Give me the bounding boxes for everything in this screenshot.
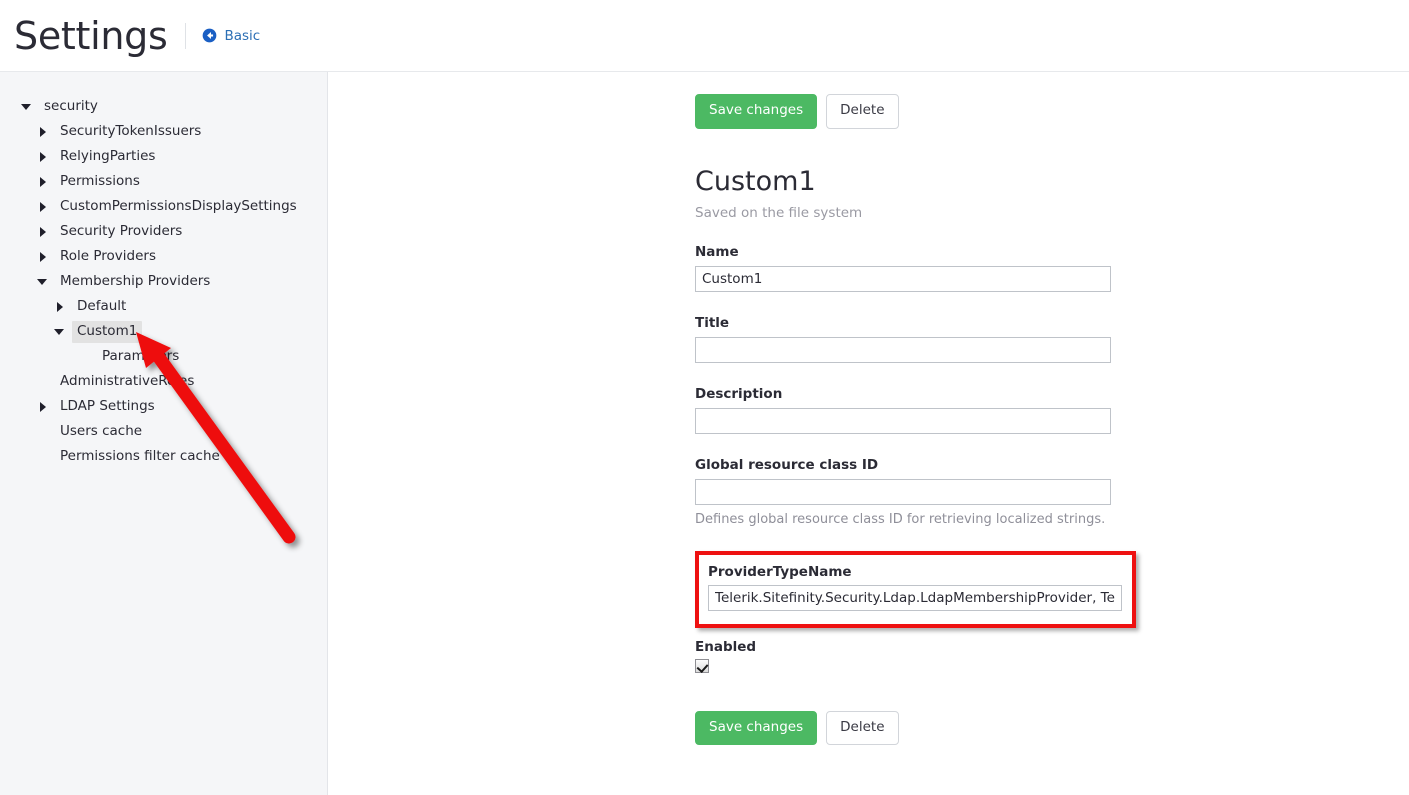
caret-right-icon[interactable] <box>38 226 48 237</box>
title-input[interactable] <box>695 336 1111 363</box>
field-group-global-resource-class-id: Global resource class ID Defines global … <box>695 457 1409 527</box>
sidebar-item-label: Parameters <box>102 347 180 364</box>
sidebar-item-label: Default <box>77 297 127 314</box>
delete-button-top[interactable]: Delete <box>826 94 899 129</box>
global-resource-class-id-input[interactable] <box>695 478 1111 505</box>
sidebar-item-ldap-settings[interactable]: LDAP Settings <box>0 394 327 419</box>
sidebar-item-label: CustomPermissionsDisplaySettings <box>60 197 297 214</box>
sidebar-item-label: security <box>44 97 98 114</box>
caret-right-icon[interactable] <box>38 176 48 187</box>
sidebar-item-security[interactable]: security <box>0 94 327 119</box>
sidebar-item-permissions-filter-cache[interactable]: Permissions filter cache <box>0 444 327 469</box>
sidebar-item-role-providers[interactable]: Role Providers <box>0 244 327 269</box>
toolbar-top: Save changes Delete <box>695 94 1409 129</box>
page-title: Settings <box>14 13 168 58</box>
sidebar-item-label: Users cache <box>60 422 143 439</box>
sidebar-item-users-cache[interactable]: Users cache <box>0 419 327 444</box>
sidebar-item-label: RelyingParties <box>60 147 156 164</box>
caret-right-icon[interactable] <box>38 201 48 212</box>
caret-down-icon[interactable] <box>21 102 32 112</box>
record-title: Custom1 <box>695 165 816 197</box>
breadcrumb-basic-label: Basic <box>224 27 261 44</box>
header-divider <box>185 22 187 49</box>
caret-down-icon[interactable] <box>54 327 65 337</box>
delete-button-bottom[interactable]: Delete <box>826 710 899 746</box>
provider-type-name-input[interactable] <box>708 584 1122 611</box>
sidebar-item-label: AdministrativeRoles <box>60 372 195 389</box>
sidebar-item-label: Role Providers <box>60 247 156 264</box>
global-resource-class-id-hint: Defines global resource class ID for ret… <box>695 511 1106 527</box>
back-circle-arrow-icon <box>203 28 217 43</box>
caret-right-icon[interactable] <box>38 126 48 137</box>
caret-right-icon[interactable] <box>38 401 48 412</box>
enabled-label: Enabled <box>695 638 757 655</box>
breadcrumb-basic-link[interactable]: Basic <box>202 28 260 44</box>
sidebar-item-label: Membership Providers <box>60 272 211 289</box>
name-label: Name <box>695 243 739 260</box>
field-group-enabled: Enabled <box>695 639 1409 677</box>
save-changes-button-top[interactable]: Save changes <box>695 94 818 129</box>
field-group-title: Title <box>695 315 1409 363</box>
caret-down-icon[interactable] <box>37 277 48 287</box>
toolbar-bottom: Save changes Delete <box>695 710 1409 746</box>
sidebar-item-label: SecurityTokenIssuers <box>60 122 202 139</box>
sidebar-item-security-providers[interactable]: Security Providers <box>0 219 327 244</box>
name-input[interactable] <box>695 265 1111 292</box>
sidebar-item-label: Permissions filter cache <box>60 447 220 464</box>
title-label: Title <box>695 314 730 331</box>
page-header: Settings Basic <box>0 0 1409 72</box>
body-wrapper: security SecurityTokenIssuers RelyingParti… <box>0 72 1409 795</box>
sidebar-item-label: Custom1 <box>72 320 143 343</box>
sidebar-item-label: Security Providers <box>60 222 183 239</box>
sidebar-item-label: LDAP Settings <box>60 397 155 414</box>
provider-type-name-label: ProviderTypeName <box>708 563 852 580</box>
caret-right-icon[interactable] <box>38 151 48 162</box>
record-subtitle: Saved on the file system <box>695 204 863 221</box>
caret-right-icon[interactable] <box>55 301 65 312</box>
description-label: Description <box>695 385 783 402</box>
settings-tree-sidebar: security SecurityTokenIssuers RelyingParti… <box>0 72 328 795</box>
sidebar-item-administrativeroles[interactable]: AdministrativeRoles <box>0 369 327 394</box>
caret-right-icon[interactable] <box>38 251 48 262</box>
field-group-name: Name <box>695 244 1409 292</box>
field-group-description: Description <box>695 386 1409 434</box>
sidebar-item-custom1[interactable]: Custom1 <box>0 319 327 344</box>
sidebar-item-default[interactable]: Default <box>0 294 327 319</box>
sidebar-item-parameters[interactable]: Parameters <box>0 344 327 369</box>
main-content: Save changes Delete Custom1 Saved on the… <box>328 72 1409 795</box>
field-group-provider-type-name-highlighted: ProviderTypeName <box>695 550 1136 628</box>
save-changes-button-bottom[interactable]: Save changes <box>695 710 818 746</box>
sidebar-item-membership-providers[interactable]: Membership Providers <box>0 269 327 294</box>
sidebar-item-label: Permissions <box>60 172 140 189</box>
settings-tree: security SecurityTokenIssuers RelyingParti… <box>0 94 327 469</box>
description-input[interactable] <box>695 407 1111 434</box>
global-resource-class-id-label: Global resource class ID <box>695 456 879 473</box>
sidebar-item-permissions[interactable]: Permissions <box>0 169 327 194</box>
sidebar-item-custompermissionsdisplaysettings[interactable]: CustomPermissionsDisplaySettings <box>0 194 327 219</box>
enabled-checkbox[interactable] <box>695 658 709 673</box>
sidebar-item-relyingparties[interactable]: RelyingParties <box>0 144 327 169</box>
sidebar-item-securitytokenissuers[interactable]: SecurityTokenIssuers <box>0 119 327 144</box>
